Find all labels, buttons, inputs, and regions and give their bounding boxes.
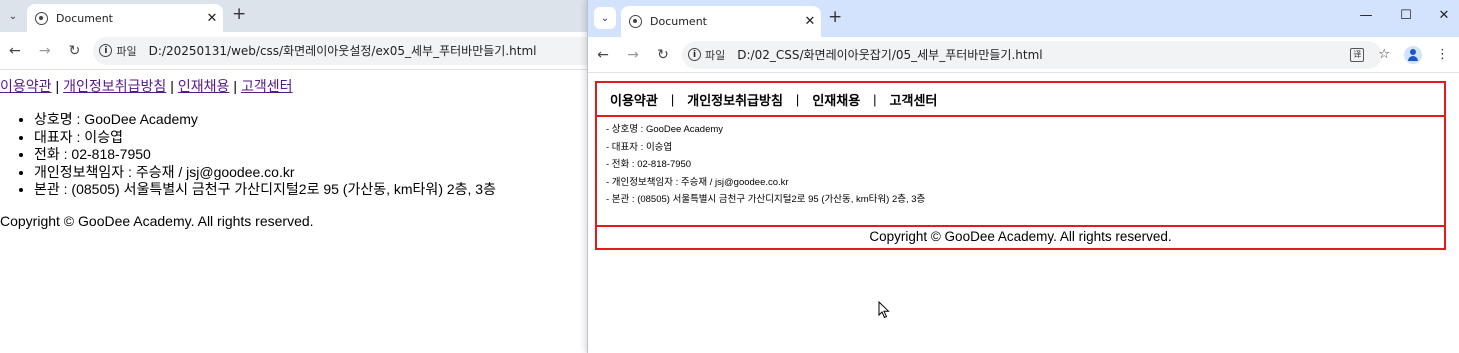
browser-window-right: ⌄ Document ✕ + — ☐ ✕ ← → ↻ i 파일 D:/02_CS… (587, 0, 1459, 353)
site-info-icon[interactable]: i (688, 48, 701, 61)
mouse-cursor-icon (878, 301, 890, 319)
info-ceo: 대표자 : 이승엽 (34, 129, 600, 147)
tab-title: Document (56, 11, 113, 25)
separator: | (55, 78, 60, 94)
separator: | (873, 91, 877, 107)
close-tab-icon[interactable]: ✕ (799, 14, 821, 29)
url-text[interactable]: D:/02_CSS/화면레이아웃잡기/05_세부_푸터바만들기.html (737, 46, 1042, 63)
scheme-label: 파일 (116, 44, 137, 58)
info-ceo: - 대표자 : 이승엽 (606, 141, 673, 153)
tab-document[interactable]: Document ✕ (621, 6, 821, 37)
nav-link-terms[interactable]: 이용약관 (610, 90, 658, 109)
close-tab-icon[interactable]: ✕ (201, 11, 223, 26)
footer-nav: 이용약관 | 개인정보취급방침 | 인재채용 | 고객센터 (595, 81, 1446, 117)
address-bar[interactable]: i 파일 D:/20250131/web/css/화면레이아웃설정/ex05_세… (93, 36, 600, 65)
info-address: - 본관 : (08505) 서울특별시 금천구 가산디지털2로 95 (가산동… (606, 194, 926, 205)
nav-link-privacy[interactable]: 개인정보취급방침 (687, 90, 783, 109)
nav-link-terms[interactable]: 이용약관 (0, 78, 52, 94)
page-content: 이용약관|개인정보취급방침|인재채용|고객센터 상호명 : GooDee Aca… (0, 76, 600, 229)
info-privacy-officer: 개인정보책임자 : 주승재 / jsj@goodee.co.kr (34, 164, 600, 182)
separator: | (233, 78, 238, 94)
tab-strip: ⌄ Document ✕ + — ☐ ✕ (588, 0, 1459, 37)
copyright-text: Copyright © GooDee Academy. All rights r… (0, 212, 314, 229)
reload-icon[interactable]: ↻ (60, 43, 90, 59)
maximize-icon[interactable]: ☐ (1386, 8, 1426, 23)
info-privacy-officer: - 개인정보책임자 : 주승재 / jsj@goodee.co.kr (606, 176, 789, 188)
tab-search-dropdown-icon[interactable]: ⌄ (2, 5, 24, 27)
forward-icon[interactable]: → (30, 43, 60, 59)
new-tab-button[interactable]: + (232, 4, 246, 24)
menu-icon[interactable]: ⋮ (1436, 47, 1449, 62)
info-address: 본관 : (08505) 서울특별시 금천구 가산디지털2로 95 (가산동, … (34, 181, 600, 199)
globe-icon (629, 15, 642, 28)
address-bar[interactable]: i 파일 D:/02_CSS/화면레이아웃잡기/05_세부_푸터바만들기.htm… (682, 40, 1382, 69)
info-company-name: - 상호명 : GooDee Academy (606, 124, 724, 135)
separator: | (170, 78, 174, 94)
translate-icon[interactable]: 译 (1350, 47, 1365, 62)
forward-icon[interactable]: → (618, 47, 648, 63)
company-info-box: - 상호명 : GooDee Academy - 대표자 : 이승엽 - 전화 … (595, 117, 1446, 226)
tab-document[interactable]: Document ✕ (27, 4, 223, 32)
minimize-icon[interactable]: — (1346, 8, 1386, 23)
separator: | (795, 91, 800, 107)
back-icon[interactable]: ← (0, 43, 30, 59)
url-text[interactable]: D:/20250131/web/css/화면레이아웃설정/ex05_세부_푸터바… (149, 42, 537, 59)
site-info-icon[interactable]: i (99, 44, 113, 57)
info-phone: 전화 : 02-818-7950 (34, 146, 600, 164)
footer-nav: 이용약관 | 개인정보취급방침 | 인재채용 | 고객센터 (0, 76, 600, 96)
company-info-list: - 상호명 : GooDee Academy - 대표자 : 이승엽 - 전화 … (606, 121, 1444, 209)
browser-toolbar: ← → ↻ i 파일 D:/02_CSS/화면레이아웃잡기/05_세부_푸터바만… (588, 37, 1459, 73)
bookmark-star-icon[interactable]: ☆ (1378, 47, 1390, 62)
browser-toolbar: ← → ↻ i 파일 D:/20250131/web/css/화면레이아웃설정/… (0, 32, 600, 70)
globe-icon (35, 11, 48, 25)
nav-link-careers[interactable]: 인재채용 (812, 90, 860, 109)
copyright-text: Copyright © GooDee Academy. All rights r… (595, 226, 1446, 250)
info-company-name: 상호명 : GooDee Academy (34, 111, 600, 129)
back-icon[interactable]: ← (588, 47, 618, 63)
nav-link-careers[interactable]: 인재채용 (178, 78, 230, 94)
tab-title: Document (650, 15, 707, 28)
profile-icon[interactable] (1404, 45, 1422, 64)
nav-link-support[interactable]: 고객센터 (241, 78, 293, 94)
nav-link-privacy[interactable]: 개인정보취급방침 (63, 78, 166, 94)
new-tab-button[interactable]: + (828, 7, 842, 27)
scheme-label: 파일 (705, 48, 726, 62)
page-content: 이용약관 | 개인정보취급방침 | 인재채용 | 고객센터 - 상호명 : Go… (595, 81, 1446, 250)
close-window-icon[interactable]: ✕ (1424, 8, 1459, 23)
tab-strip: ⌄ Document ✕ + (0, 0, 600, 32)
tab-search-dropdown-icon[interactable]: ⌄ (594, 7, 616, 29)
browser-window-left: ⌄ Document ✕ + ← → ↻ i 파일 D:/20250131/we… (0, 0, 600, 353)
company-info-list: 상호명 : GooDee Academy 대표자 : 이승엽 전화 : 02-8… (0, 111, 600, 199)
nav-link-support[interactable]: 고객센터 (890, 90, 938, 109)
separator: | (670, 91, 675, 107)
reload-icon[interactable]: ↻ (648, 47, 678, 63)
info-phone: - 전화 : 02-818-7950 (606, 159, 692, 170)
